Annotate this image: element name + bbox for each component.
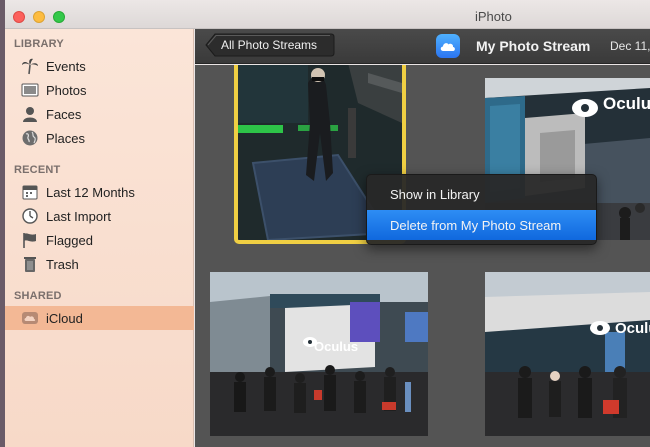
window-title: iPhoto (475, 9, 512, 24)
palm-tree-icon (22, 58, 38, 75)
photo-grid: Oculus (195, 65, 650, 447)
sidebar-item-last-12-months[interactable]: Last 12 Months (5, 180, 194, 204)
clock-icon (22, 208, 38, 224)
all-photo-streams-button[interactable]: All Photo Streams (205, 33, 335, 57)
faces-icon (23, 107, 37, 122)
sidebar-item-label: Trash (46, 257, 79, 272)
photo-brand-text: Oculus (603, 94, 650, 113)
sidebar-item-flagged[interactable]: Flagged (5, 228, 194, 252)
globe-icon (22, 130, 38, 146)
stream-date: Dec 11, (610, 39, 650, 53)
stream-title: My Photo Stream (476, 38, 591, 54)
sidebar-item-label: iCloud (46, 311, 83, 326)
sidebar-item-trash[interactable]: Trash (5, 252, 194, 276)
photos-icon (21, 83, 39, 97)
cloud-icon (436, 34, 460, 58)
photo-brand-text: Oculus (615, 320, 650, 337)
sidebar: LIBRARY Events Photos Faces Places RECEN… (5, 29, 194, 447)
sidebar-item-events[interactable]: Events (5, 54, 194, 78)
sidebar-item-label: Flagged (46, 233, 93, 248)
title-bar: iPhoto (5, 0, 650, 29)
cloud-icon (22, 312, 38, 324)
photo-thumbnail[interactable]: Oculus (210, 272, 428, 436)
menu-item-label: Delete from My Photo Stream (390, 218, 562, 233)
section-heading-shared: SHARED (14, 290, 62, 302)
menu-item-label: Show in Library (390, 187, 480, 202)
photo-brand-text: Oculus (314, 339, 359, 354)
sidebar-item-faces[interactable]: Faces (5, 102, 194, 126)
sidebar-item-label: Events (46, 59, 86, 74)
menu-item-show-in-library[interactable]: Show in Library (367, 179, 596, 209)
sidebar-item-label: Faces (46, 107, 82, 122)
calendar-icon (22, 185, 38, 200)
sidebar-item-places[interactable]: Places (5, 126, 194, 150)
menu-item-delete-from-photo-stream[interactable]: Delete from My Photo Stream (367, 210, 596, 240)
sidebar-item-icloud[interactable]: iCloud (5, 306, 194, 330)
section-heading-recent: RECENT (14, 164, 61, 176)
close-window-button[interactable] (13, 11, 25, 23)
minimize-window-button[interactable] (33, 11, 45, 23)
sidebar-item-label: Last 12 Months (46, 185, 135, 200)
sidebar-item-photos[interactable]: Photos (5, 78, 194, 102)
sidebar-item-label: Places (46, 131, 86, 146)
photo-thumbnail[interactable]: Oculus (485, 272, 650, 436)
section-heading-library: LIBRARY (14, 38, 64, 50)
zoom-window-button[interactable] (53, 11, 65, 23)
photo-context-menu: Show in Library Delete from My Photo Str… (366, 174, 597, 245)
iphoto-window: iPhoto LIBRARY Events Photos Faces Place… (5, 0, 650, 447)
trash-icon (24, 257, 36, 272)
sidebar-item-last-import[interactable]: Last Import (5, 204, 194, 228)
photo-stream-toolbar: All Photo Streams My Photo Stream Dec 11… (195, 29, 650, 64)
sidebar-item-label: Last Import (46, 209, 112, 224)
back-button-label: All Photo Streams (221, 38, 318, 52)
sidebar-item-label: Photos (46, 83, 87, 98)
flag-icon (23, 233, 36, 248)
